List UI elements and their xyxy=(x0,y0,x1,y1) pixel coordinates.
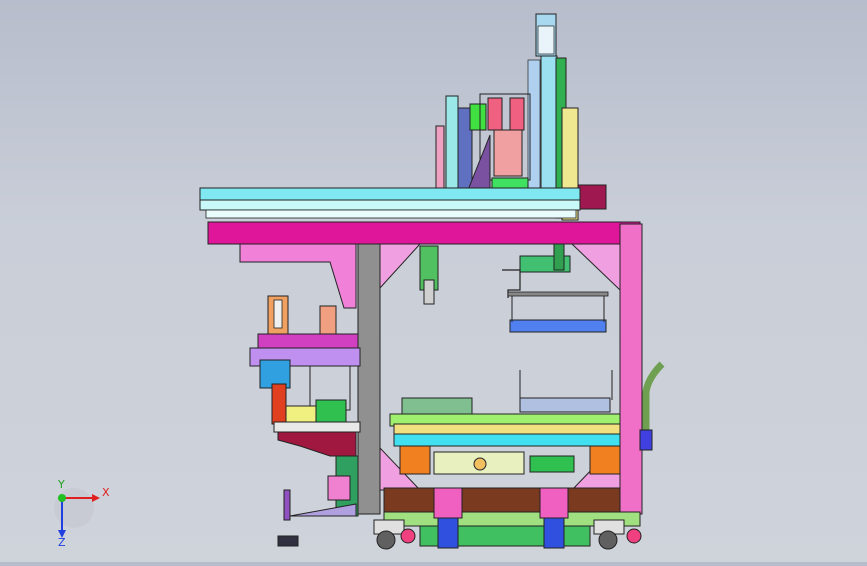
x-arrowhead-icon xyxy=(92,494,100,502)
cad-viewport[interactable]: X Y Z xyxy=(0,0,867,562)
y-axis-dot xyxy=(58,494,66,502)
y-axis-label: Y xyxy=(57,478,65,491)
hanging-tool[interactable] xyxy=(419,245,439,305)
side-hose[interactable] xyxy=(639,361,665,451)
x-axis-label: X xyxy=(102,486,110,499)
triad-shadow xyxy=(54,488,94,528)
x-axis-beam[interactable] xyxy=(199,187,581,219)
coordinate-triad: X Y Z xyxy=(44,478,114,549)
machine-model[interactable] xyxy=(0,0,867,562)
z-axis-label: Z xyxy=(58,536,66,548)
left-feeder[interactable] xyxy=(249,295,361,517)
